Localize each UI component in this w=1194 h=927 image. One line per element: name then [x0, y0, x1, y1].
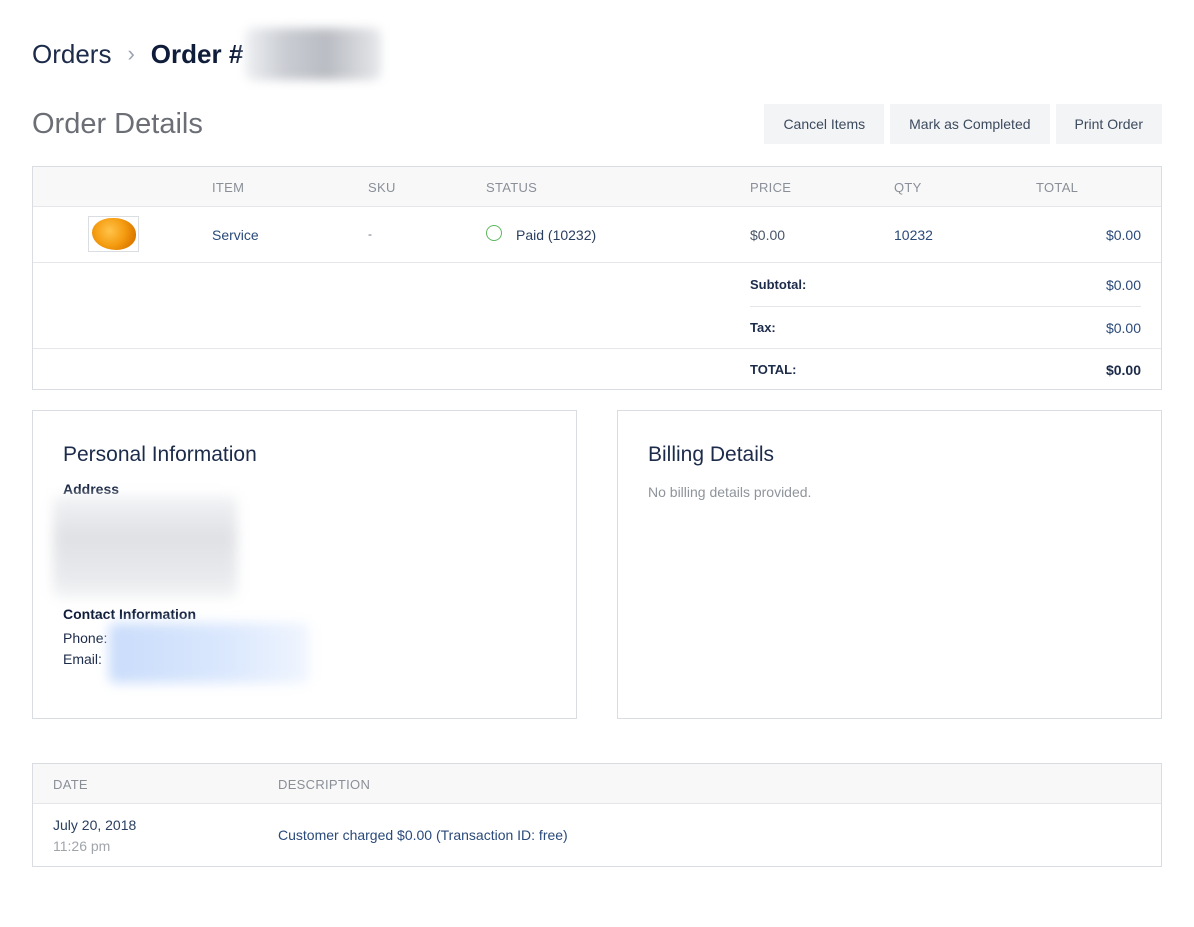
redacted-contact-links[interactable] — [109, 623, 309, 683]
cancel-items-button[interactable]: Cancel Items — [764, 104, 885, 144]
column-header-item: ITEM — [212, 180, 245, 195]
item-price: $0.00 — [750, 227, 786, 243]
order-history-table: DATE DESCRIPTION July 20, 2018 11:26 pm … — [32, 763, 1162, 867]
tax-row: Tax: $0.00 — [33, 306, 1161, 349]
total-value: $0.00 — [1105, 362, 1141, 378]
item-sku: - — [368, 227, 372, 241]
item-name[interactable]: Service — [212, 227, 259, 243]
column-header-total: TOTAL — [1036, 180, 1079, 195]
column-header-qty: QTY — [894, 180, 922, 195]
personal-information-title: Personal Information — [63, 443, 257, 466]
grand-total-row: TOTAL: $0.00 — [33, 349, 1161, 389]
table-header: ITEM SKU STATUS PRICE QTY TOTAL — [33, 167, 1161, 207]
breadcrumb-orders-link[interactable]: Orders — [32, 39, 111, 70]
email-label: Email: — [63, 651, 102, 667]
breadcrumb: Orders › Order # — [32, 28, 382, 80]
breadcrumb-current-order: Order # — [150, 38, 244, 69]
mark-completed-button[interactable]: Mark as Completed — [890, 104, 1050, 144]
column-header-description: DESCRIPTION — [278, 777, 371, 792]
total-label: TOTAL: — [750, 362, 797, 377]
subtotal-label: Subtotal: — [750, 277, 807, 292]
redacted-address — [53, 496, 237, 598]
order-items-table: ITEM SKU STATUS PRICE QTY TOTAL Service … — [32, 166, 1162, 390]
column-header-status: STATUS — [486, 180, 538, 195]
personal-information-panel: Personal Information Address Contact Inf… — [32, 410, 577, 719]
redacted-order-number — [245, 28, 382, 80]
item-total: $0.00 — [1105, 227, 1141, 243]
phone-label: Phone: — [63, 630, 108, 646]
column-header-price: PRICE — [750, 180, 792, 195]
tax-value: $0.00 — [1105, 320, 1141, 336]
product-thumbnail[interactable] — [88, 216, 139, 252]
page-title: Order Details — [32, 108, 203, 140]
history-time: 11:26 pm — [53, 838, 111, 854]
item-status: Paid (10232) — [516, 227, 597, 243]
column-header-date: DATE — [53, 777, 88, 792]
tax-label: Tax: — [750, 320, 776, 335]
contact-information-label: Contact Information — [63, 606, 196, 622]
billing-details-panel: Billing Details No billing details provi… — [617, 410, 1162, 719]
column-header-sku: SKU — [368, 180, 396, 195]
table-row: July 20, 2018 11:26 pm Customer charged … — [33, 804, 1161, 866]
history-description: Customer charged $0.00 (Transaction ID: … — [278, 827, 568, 843]
table-header: DATE DESCRIPTION — [33, 764, 1161, 804]
history-date: July 20, 2018 — [53, 817, 137, 833]
item-qty: 10232 — [894, 227, 933, 243]
status-circle-icon — [486, 225, 502, 241]
order-actions: Cancel Items Mark as Completed Print Ord… — [764, 104, 1162, 144]
billing-empty-message: No billing details provided. — [648, 484, 812, 500]
subtotal-row: Subtotal: $0.00 — [33, 263, 1161, 307]
chevron-right-icon: › — [127, 41, 135, 66]
table-row: Service - Paid (10232) $0.00 10232 $0.00 — [33, 207, 1161, 263]
billing-details-title: Billing Details — [648, 443, 775, 466]
print-order-button[interactable]: Print Order — [1055, 104, 1162, 144]
product-image — [91, 218, 136, 250]
subtotal-value: $0.00 — [1105, 277, 1141, 293]
address-label: Address — [63, 481, 120, 497]
